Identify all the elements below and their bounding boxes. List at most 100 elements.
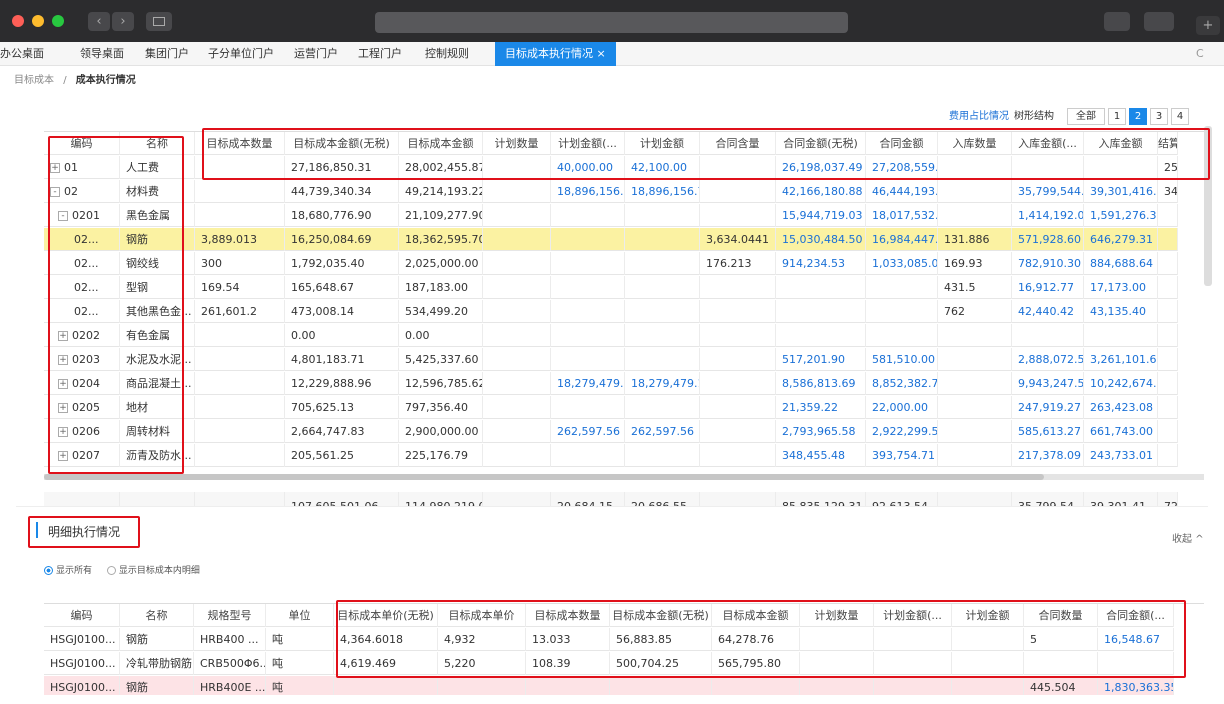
value-cell: 21,359.22 <box>776 396 866 419</box>
value-cell <box>1158 300 1178 323</box>
tab-target-cost-execution[interactable]: 目标成本执行情况 × <box>495 42 616 66</box>
total-cell: 39,301,41... <box>1084 492 1158 506</box>
radio-show-all[interactable]: 显示所有 <box>44 566 92 576</box>
value-cell <box>551 396 625 419</box>
value-cell: 2,793,965.58 <box>776 420 866 443</box>
value-cell: 10,242,674.88 <box>1084 372 1158 395</box>
tab-engineering[interactable]: 工程门户 <box>358 42 402 66</box>
page-4-button[interactable]: 4 <box>1171 108 1189 125</box>
detail-column-header: 规格型号 <box>194 604 266 627</box>
value-cell <box>483 300 551 323</box>
table-row[interactable]: 02... 型钢 169.54 165,648.67 187,183.00 431.5 16… <box>44 276 1178 299</box>
value-cell <box>551 204 625 227</box>
value-cell: 18,362,595.70 <box>399 228 483 251</box>
detail-cell: 445.504 <box>1024 676 1098 695</box>
tabs-overview-icon[interactable] <box>1144 12 1174 31</box>
value-cell: 243,733.01 <box>1084 444 1158 467</box>
tab-office[interactable]: 办公桌面 <box>0 42 44 66</box>
table-row[interactable]: 02... 钢筋 3,889.013 16,250,084.69 18,362,595.… <box>44 228 1178 251</box>
table-row[interactable]: -02 材料费 44,739,340.34 49,214,193.22 18,896,1… <box>44 180 1178 203</box>
forward-button[interactable]: › <box>112 12 134 31</box>
detail-row[interactable]: HSGJ0100... 钢筋 HRB400E ... 吨 445.504 1,830,36… <box>44 676 1174 695</box>
share-icon[interactable] <box>1104 12 1130 31</box>
tree-structure-toggle[interactable]: 树形结构 <box>1014 108 1054 126</box>
value-cell: 1,414,192.08 <box>1012 204 1084 227</box>
address-bar[interactable] <box>375 12 848 33</box>
value-cell <box>483 276 551 299</box>
breadcrumb-root[interactable]: 目标成本 <box>14 75 54 86</box>
ratio-link[interactable]: 费用占比情况 <box>949 108 1009 126</box>
value-cell: 15,030,484.50 <box>776 228 866 251</box>
value-cell: 431.5 <box>938 276 1012 299</box>
value-cell <box>625 444 700 467</box>
table-row[interactable]: +0204 商品混凝土... 12,229,888.96 12,596,785.62 1… <box>44 372 1178 395</box>
detail-cell: HSGJ0100... <box>44 652 120 675</box>
table-row[interactable]: +0205 地材 705,625.13 797,356.40 21,359.22 22,0… <box>44 396 1178 419</box>
collapse-toggle[interactable]: 收起 ^ <box>1172 530 1204 545</box>
total-row[interactable]: 107,605,501.06114,980,219.02 20,684,15...… <box>44 492 1178 506</box>
value-cell <box>776 324 866 347</box>
total-cell: 107,605,501.06 <box>285 492 399 506</box>
value-cell <box>551 228 625 251</box>
tab-control-rules[interactable]: 控制规则 <box>425 42 469 66</box>
value-cell <box>700 204 776 227</box>
page-all-button[interactable]: 全部 <box>1067 108 1105 125</box>
table-row[interactable]: 02... 其他黑色金... 261,601.2 473,008.14 534,499.… <box>44 300 1178 323</box>
value-cell: 261,601.2 <box>195 300 285 323</box>
value-cell: 2,664,747.83 <box>285 420 399 443</box>
horizontal-scrollbar-thumb[interactable] <box>44 474 1044 480</box>
value-cell: 2,888,072.50 <box>1012 348 1084 371</box>
value-cell <box>483 204 551 227</box>
total-cell <box>700 492 776 506</box>
page-3-button[interactable]: 3 <box>1150 108 1168 125</box>
value-cell <box>700 300 776 323</box>
value-cell <box>1158 276 1178 299</box>
total-cell: 92,613,54... <box>866 492 938 506</box>
table-row[interactable]: +0202 有色金属 0.00 0.00 <box>44 324 1178 347</box>
value-cell <box>625 252 700 275</box>
detail-cell: 钢筋 <box>120 676 194 695</box>
table-row[interactable]: -0201 黑色金属 18,680,776.90 21,109,277.90 15,94… <box>44 204 1178 227</box>
value-cell: 205,561.25 <box>285 444 399 467</box>
detail-cell: CRB500Φ6... <box>194 652 266 675</box>
value-cell <box>1158 324 1178 347</box>
sidebar-toggle-icon[interactable] <box>146 12 172 31</box>
value-cell <box>195 324 285 347</box>
value-cell: 225,176.79 <box>399 444 483 467</box>
minimize-window-button[interactable] <box>32 15 44 27</box>
new-tab-icon[interactable]: + <box>1196 16 1220 35</box>
value-cell: 35,799,544.37 <box>1012 180 1084 203</box>
close-window-button[interactable] <box>12 15 24 27</box>
table-row[interactable]: 02... 钢绞线 300 1,792,035.40 2,025,000.00 176.2… <box>44 252 1178 275</box>
detail-cell: 吨 <box>266 628 334 651</box>
table-row[interactable]: +0203 水泥及水泥... 4,801,183.71 5,425,337.60 517… <box>44 348 1178 371</box>
cost-execution-table: 编码 名称 目标成本数量 目标成本金额(无税) 目标成本金额 计划数量 计划金额(... 计划… <box>44 131 1204 506</box>
refresh-icon[interactable]: C <box>1196 42 1204 66</box>
value-cell: 1,591,276.35 <box>1084 204 1158 227</box>
page-1-button[interactable]: 1 <box>1108 108 1126 125</box>
maximize-window-button[interactable] <box>52 15 64 27</box>
highlight-header <box>202 128 1210 180</box>
value-cell <box>625 396 700 419</box>
page-2-button[interactable]: 2 <box>1129 108 1147 125</box>
tab-subunit[interactable]: 子分单位门户 <box>208 42 274 66</box>
table-row[interactable]: +0206 周转材料 2,664,747.83 2,900,000.00 262,597… <box>44 420 1178 443</box>
value-cell <box>1158 396 1178 419</box>
tab-group[interactable]: 集团门户 <box>145 42 189 66</box>
table-row[interactable]: +0207 沥青及防水... 205,561.25 225,176.79 348,455… <box>44 444 1178 467</box>
value-cell: 18,896,156.70 <box>625 180 700 203</box>
total-cell: 114,980,219.02 <box>399 492 483 506</box>
value-cell <box>1084 324 1158 347</box>
value-cell <box>1158 348 1178 371</box>
tab-leader[interactable]: 领导桌面 <box>80 42 124 66</box>
value-cell: 262,597.56 <box>625 420 700 443</box>
value-cell: 262,597.56 <box>551 420 625 443</box>
total-cell: 35,799,54... <box>1012 492 1084 506</box>
value-cell <box>938 324 1012 347</box>
value-cell: 517,201.90 <box>776 348 866 371</box>
radio-show-in-target[interactable]: 显示目标成本内明细 <box>106 566 200 576</box>
tab-operation[interactable]: 运营门户 <box>294 42 338 66</box>
close-tab-icon[interactable]: × <box>597 47 606 60</box>
value-cell: 21,109,277.90 <box>399 204 483 227</box>
back-button[interactable]: ‹ <box>88 12 110 31</box>
